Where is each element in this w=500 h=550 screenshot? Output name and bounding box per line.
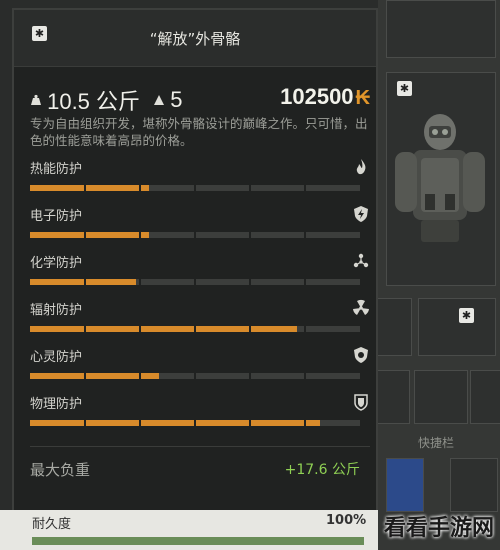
protection-stat-bar-divider xyxy=(304,420,306,426)
durability-bar xyxy=(32,537,364,545)
price-value: 102500 xyxy=(280,84,354,109)
protection-stat-bar-divider xyxy=(139,373,141,379)
radiation-icon xyxy=(353,299,369,315)
protection-stat-label: 物理防护 xyxy=(30,397,83,412)
protection-stat-bar-fill xyxy=(30,232,149,238)
physical-shield-icon xyxy=(354,394,368,411)
protection-stat-bar-divider xyxy=(139,232,141,238)
protection-stat-row: 辐射防护 xyxy=(30,299,370,345)
protection-stat-bar-divider xyxy=(304,326,306,332)
chemical-icon xyxy=(353,253,369,268)
durability-value: 100% xyxy=(326,513,367,528)
protection-stat-bar-divider xyxy=(249,326,251,332)
protection-stat-bar-divider xyxy=(84,185,86,191)
protection-stat-label: 辐射防护 xyxy=(30,303,83,318)
protection-stat-bar-divider xyxy=(304,185,306,191)
protection-stat-bar xyxy=(30,420,360,426)
gear-icon[interactable]: ✱ xyxy=(397,81,412,96)
protection-stat-bar-fill xyxy=(30,185,149,191)
equipment-slot[interactable] xyxy=(386,0,496,58)
protection-stat-label: 化学防护 xyxy=(30,256,83,271)
protection-stat-bar-divider xyxy=(194,420,196,426)
psi-shield-icon xyxy=(354,347,368,363)
quickbar-slot[interactable] xyxy=(470,370,500,424)
item-summary-row: 10.5 公斤 5 102500 ₭ xyxy=(30,84,370,114)
durability-label: 耐久度 xyxy=(32,517,72,532)
max-load-label: 最大负重 xyxy=(30,461,91,479)
protection-stat-bar xyxy=(30,232,360,238)
protection-stat-row: 热能防护 xyxy=(30,158,370,204)
slots-icon xyxy=(154,95,165,105)
protection-stat-row: 化学防护 xyxy=(30,252,370,298)
equipment-slot[interactable] xyxy=(376,298,412,356)
durability-bar-fill xyxy=(32,537,364,545)
max-load-row: 最大负重 +17.6 公斤 xyxy=(30,459,360,481)
protection-stat-label: 电子防护 xyxy=(30,209,83,224)
protection-stat-row: 物理防护 xyxy=(30,393,370,439)
quickbar-label: 快捷栏 xyxy=(418,436,455,450)
protection-stat-bar-divider xyxy=(194,373,196,379)
electric-shield-icon xyxy=(354,206,368,222)
protection-stat-bar-divider xyxy=(249,185,251,191)
protection-stat-bar-divider xyxy=(139,420,141,426)
item-title: “解放”外骨骼 xyxy=(149,30,241,48)
panel-header: ✱ “解放”外骨骼 xyxy=(14,10,376,67)
quickbar-slot[interactable] xyxy=(414,370,468,424)
protection-stat-bar-divider xyxy=(84,373,86,379)
protection-stat-bar-divider xyxy=(139,279,141,285)
protection-stat-bar-divider xyxy=(84,279,86,285)
protection-stat-bar-divider xyxy=(139,185,141,191)
item-price: 102500 ₭ xyxy=(280,84,370,110)
protection-stat-bar-divider xyxy=(84,232,86,238)
protection-stat-bar-divider xyxy=(249,232,251,238)
protection-stat-bar-divider xyxy=(139,326,141,332)
protection-stat-bar-divider xyxy=(194,232,196,238)
flame-icon xyxy=(356,159,366,175)
protection-stat-row: 心灵防护 xyxy=(30,346,370,392)
protection-stat-bar xyxy=(30,279,360,285)
protection-stat-bar-divider xyxy=(194,185,196,191)
protection-stat-bar-divider xyxy=(304,232,306,238)
protection-stat-bar xyxy=(30,373,360,379)
gear-icon[interactable]: ✱ xyxy=(459,308,474,323)
exoskeleton-armor-image xyxy=(395,114,485,242)
item-slots: 5 xyxy=(170,87,183,112)
item-detail-panel: ✱ “解放”外骨骼 10.5 公斤 5 102500 ₭ 专为自由组织开发，堪称外… xyxy=(12,8,378,538)
protection-stat-bar-divider xyxy=(249,279,251,285)
protection-stat-row: 电子防护 xyxy=(30,205,370,251)
quickbar-slot[interactable] xyxy=(376,370,410,424)
equipment-slot[interactable] xyxy=(418,298,496,356)
protection-stat-bar-divider xyxy=(249,373,251,379)
max-load-value: +17.6 公斤 xyxy=(284,462,360,478)
coupon-currency-icon: ₭ xyxy=(355,87,370,109)
protection-stat-label: 心灵防护 xyxy=(30,350,83,365)
item-weight: 10.5 公斤 xyxy=(47,89,141,114)
protection-stat-bar-divider xyxy=(304,279,306,285)
protection-stat-bar-fill xyxy=(30,420,321,426)
protection-stat-bar-divider xyxy=(304,373,306,379)
protection-stat-bar-divider xyxy=(194,279,196,285)
protection-stat-bar xyxy=(30,326,360,332)
quickbar-item-blue[interactable] xyxy=(386,458,424,512)
protection-stat-bar-divider xyxy=(84,326,86,332)
durability-panel: 耐久度 100% xyxy=(0,510,378,550)
protection-stat-bar-fill xyxy=(30,279,136,285)
watermark: 看看手游网 xyxy=(383,516,494,541)
protection-stat-bar xyxy=(30,185,360,191)
protection-stat-bar-divider xyxy=(249,420,251,426)
protection-stat-bar-divider xyxy=(194,326,196,332)
quickbar-item-syringe[interactable] xyxy=(450,458,498,512)
weight-icon xyxy=(31,94,41,105)
divider xyxy=(30,446,370,447)
protection-stat-bar-fill xyxy=(30,326,298,332)
protection-stat-label: 热能防护 xyxy=(30,162,83,177)
protection-stat-bar-divider xyxy=(84,420,86,426)
item-description: 专为自由组织开发，堪称外骨骼设计的巅峰之作。只可惜，出色的性能意味着高昂的价格。 xyxy=(30,116,368,148)
